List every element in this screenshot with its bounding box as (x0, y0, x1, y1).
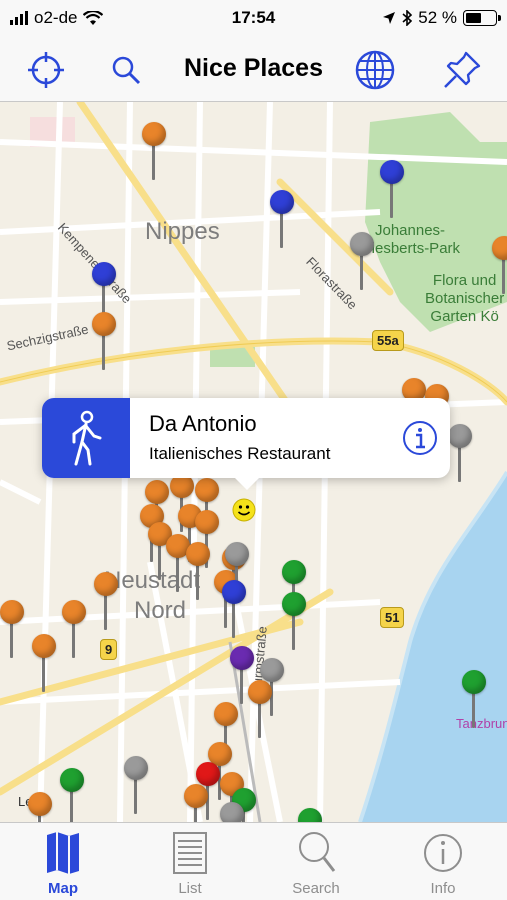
status-bar: o2-de 17:54 52 % (0, 0, 507, 36)
orange-place-pin[interactable] (94, 572, 118, 632)
tab-label-search: Search (292, 880, 340, 897)
green-place-pin[interactable] (60, 768, 84, 822)
pin-button[interactable] (440, 48, 484, 92)
globe-button[interactable] (353, 48, 397, 92)
info-icon (424, 834, 462, 872)
info-icon[interactable] (402, 420, 438, 456)
page-title: Nice Places (184, 54, 323, 82)
blue-place-pin[interactable] (270, 190, 294, 250)
grey-place-pin[interactable] (448, 424, 472, 484)
orange-place-pin[interactable] (492, 236, 507, 296)
tab-label-map: Map (48, 880, 78, 897)
park-label-johannes: Johannes- Giesberts-Park (360, 222, 461, 257)
location-arrow-icon (383, 12, 396, 24)
directions-button[interactable] (42, 398, 130, 478)
tab-map[interactable]: Map (0, 823, 126, 900)
orange-place-pin[interactable] (32, 634, 56, 694)
green-place-pin[interactable] (298, 808, 322, 822)
magnifier-icon (299, 832, 336, 872)
orange-place-pin[interactable] (28, 792, 52, 822)
pushpin-icon (444, 51, 481, 88)
tab-label-list: List (178, 880, 202, 897)
tab-search[interactable]: Search (253, 823, 379, 900)
user-location-icon[interactable] (232, 498, 256, 522)
blue-place-pin[interactable] (380, 160, 404, 220)
orange-place-pin[interactable] (62, 600, 86, 660)
battery-percent: 52 % (418, 8, 457, 27)
green-place-pin[interactable] (282, 592, 306, 652)
road-shield-51: 51 (380, 607, 405, 628)
orange-place-pin[interactable] (92, 312, 116, 372)
grey-place-pin[interactable] (124, 756, 148, 816)
navigation-bar: Nice Places (0, 36, 507, 102)
tab-label-info: Info (430, 880, 456, 897)
district-label-nord: Nord (134, 597, 187, 624)
district-label-nippes: Nippes (145, 218, 220, 245)
road-shield-55a: 55a (372, 330, 404, 351)
walking-person-icon (72, 410, 102, 466)
map-icon (47, 832, 79, 874)
orange-place-pin[interactable] (184, 784, 208, 822)
tab-bar: Map List Search Info (0, 822, 507, 900)
orange-place-pin[interactable] (142, 122, 166, 182)
blue-place-pin[interactable] (222, 580, 246, 640)
tab-info[interactable]: Info (380, 823, 506, 900)
grey-place-pin[interactable] (350, 232, 374, 292)
place-callout[interactable]: Da Antonio Italienisches Restaurant (42, 398, 450, 490)
road-shield-9: 9 (100, 639, 118, 660)
globe-icon (355, 50, 395, 90)
tab-list[interactable]: List (127, 823, 253, 900)
orange-place-pin[interactable] (186, 542, 210, 602)
bluetooth-icon (402, 10, 413, 26)
orange-place-pin[interactable] (248, 680, 272, 740)
battery-icon (463, 10, 501, 26)
green-place-pin[interactable] (462, 670, 486, 730)
orange-place-pin[interactable] (0, 600, 24, 660)
place-category: Italienisches Restaurant (149, 444, 331, 463)
grey-place-pin[interactable] (220, 802, 244, 822)
list-icon (173, 832, 207, 874)
place-title: Da Antonio (149, 411, 257, 436)
